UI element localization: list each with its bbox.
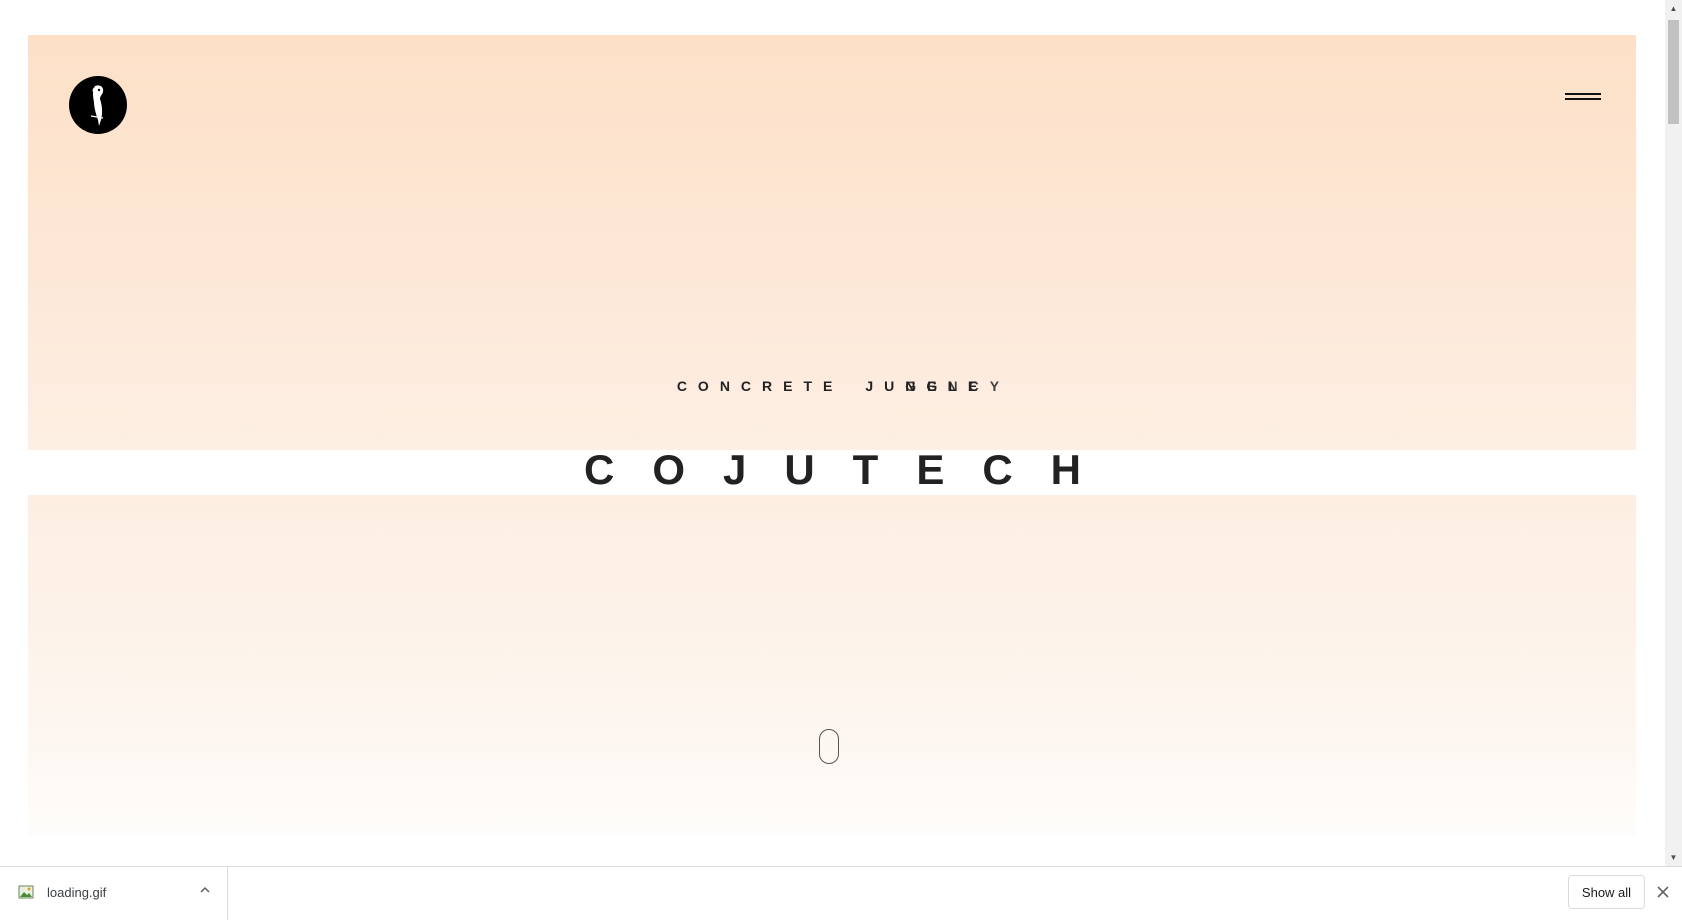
hamburger-menu-icon-line <box>1565 97 1601 100</box>
tagline-animated-word: NGLE GENCY <box>905 378 999 394</box>
scrollbar-thumb[interactable] <box>1668 20 1679 124</box>
scroll-up-arrow-icon[interactable]: ▲ <box>1665 0 1682 17</box>
scroll-down-arrow-icon[interactable]: ▼ <box>1665 849 1682 866</box>
show-all-button[interactable]: Show all <box>1568 875 1645 909</box>
hamburger-menu-icon <box>1565 92 1601 95</box>
image-file-icon <box>18 885 34 899</box>
tagline-layer-agency: GENCY <box>905 378 1011 394</box>
tagline-word-concrete: CONCRETE <box>676 378 844 394</box>
hero-tagline: CONCRETE JUNGLE GENCY <box>0 378 1665 394</box>
download-shelf: loading.gif Show all <box>0 866 1682 920</box>
download-file-name: loading.gif <box>47 885 107 900</box>
tagline-word-prefix: JU <box>865 378 906 394</box>
parrot-logo-icon <box>90 85 104 126</box>
download-item[interactable]: loading.gif <box>0 867 228 920</box>
vertical-scrollbar[interactable]: ▲ ▼ <box>1665 0 1682 866</box>
hero-background-bottom <box>28 495 1636 835</box>
browser-viewport: CONCRETE JUNGLE GENCY COJUTECH <box>0 0 1665 866</box>
site-logo[interactable] <box>69 76 127 134</box>
hamburger-menu-button[interactable] <box>1565 85 1603 107</box>
close-icon[interactable] <box>1655 884 1671 900</box>
brand-title: COJUTECH <box>583 446 1120 493</box>
chevron-up-icon[interactable] <box>197 882 213 898</box>
scroll-down-indicator[interactable] <box>819 729 839 764</box>
